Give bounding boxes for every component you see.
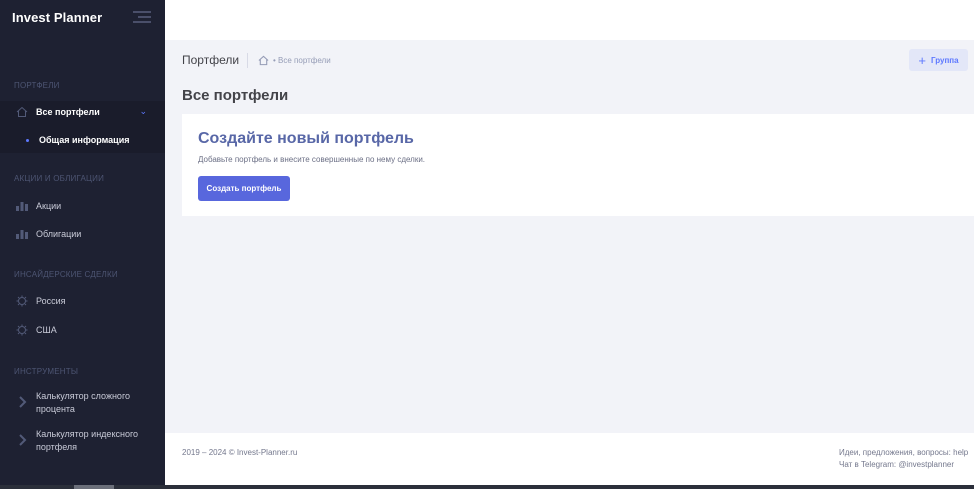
section-title-portfolios: ПОРТФЕЛИ <box>14 81 60 90</box>
bar-chart-icon <box>16 200 28 212</box>
sidebar-item-label: Все портфели <box>36 107 100 117</box>
sidebar-item-stocks[interactable]: Акции <box>0 197 165 215</box>
subheader-title: Портфели <box>182 53 240 67</box>
bullet-icon <box>26 139 29 142</box>
breadcrumb[interactable]: • Все портфели <box>273 56 331 65</box>
footer-contact-telegram[interactable]: Чат в Telegram: @investplanner <box>839 459 968 471</box>
footer-copyright: 2019 – 2024 © Invest-Planner.ru <box>182 448 298 457</box>
section-title-insider: ИНСАЙДЕРСКИЕ СДЕЛКИ <box>14 270 118 279</box>
brand-logo[interactable]: Invest Planner <box>12 10 102 25</box>
create-portfolio-button[interactable]: Создать портфель <box>198 176 290 201</box>
footer: 2019 – 2024 © Invest-Planner.ru Идеи, пр… <box>165 433 974 485</box>
home-icon[interactable] <box>258 53 269 66</box>
horizontal-scrollbar[interactable] <box>0 485 974 489</box>
gear-icon <box>16 324 28 336</box>
bar-chart-icon <box>16 228 28 240</box>
chevron-right-icon <box>17 396 29 408</box>
top-header <box>165 0 974 40</box>
sidebar-item-all-portfolios[interactable]: Все портфели ⌄ <box>0 101 165 123</box>
sidebar-item-usa[interactable]: США <box>0 321 165 339</box>
sidebar-item-label: Россия <box>36 296 66 306</box>
scrollbar-thumb[interactable] <box>74 485 114 489</box>
menu-toggle-icon[interactable] <box>133 11 151 23</box>
chevron-right-icon <box>17 434 29 446</box>
sidebar-item-bonds[interactable]: Облигации <box>0 225 165 243</box>
sidebar-subitem-overview[interactable]: Общая информация <box>0 123 165 153</box>
section-title-stocks-bonds: АКЦИИ И ОБЛИГАЦИИ <box>14 174 105 183</box>
sidebar-item-label: Акции <box>36 201 62 211</box>
subheader: Портфели • Все портфели + Группа <box>165 40 974 80</box>
chevron-down-icon: ⌄ <box>139 106 147 116</box>
add-group-button[interactable]: + Группа <box>909 49 968 71</box>
sidebar-item-label: Калькулятор сложного процента <box>36 391 131 414</box>
sidebar-item-label: Калькулятор индексного портфеля <box>36 429 139 452</box>
create-portfolio-card: Создайте новый портфель Добавьте портфел… <box>182 114 974 216</box>
sidebar: Invest Planner ПОРТФЕЛИ Все портфели ⌄ О… <box>0 0 165 485</box>
sidebar-item-index-calculator[interactable]: Калькулятор индексного портфеля <box>0 427 165 455</box>
plus-icon: + <box>918 52 926 68</box>
sidebar-item-label: США <box>36 325 57 335</box>
sidebar-subitem-label: Общая информация <box>39 135 130 145</box>
add-group-label: Группа <box>931 55 959 65</box>
sidebar-header: Invest Planner <box>0 0 165 34</box>
gear-icon <box>16 295 28 307</box>
subheader-divider <box>247 53 248 68</box>
sidebar-item-label: Облигации <box>36 229 82 239</box>
card-description: Добавьте портфель и внесите совершенные … <box>198 155 426 164</box>
section-title-tools: ИНСТРУМЕНТЫ <box>14 367 79 376</box>
card-title: Создайте новый портфель <box>198 130 414 147</box>
footer-contact: Идеи, предложения, вопросы: help Чат в T… <box>839 447 968 471</box>
sidebar-item-compound-calculator[interactable]: Калькулятор сложного процента <box>0 389 165 417</box>
sidebar-item-russia[interactable]: Россия <box>0 292 165 310</box>
footer-contact-ideas[interactable]: Идеи, предложения, вопросы: help <box>839 447 968 459</box>
home-icon <box>16 106 28 118</box>
page-title: Все портфели <box>182 87 289 104</box>
